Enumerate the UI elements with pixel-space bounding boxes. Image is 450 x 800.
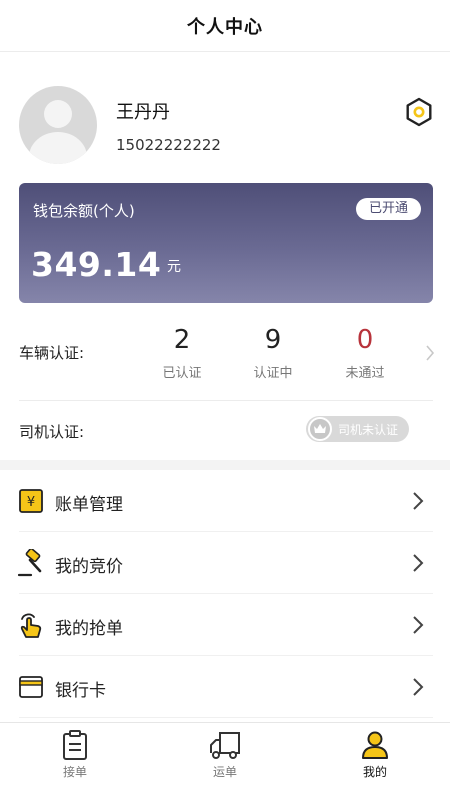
page-title: 个人中心 (187, 16, 263, 38)
menu-item-grab-orders[interactable]: 我的抢单 (0, 594, 450, 656)
gavel-icon (17, 549, 42, 577)
tab-mine[interactable]: 我的 (325, 723, 425, 800)
hexagon-settings-icon (406, 97, 432, 127)
wallet-balance: 349.14 (31, 245, 162, 284)
user-name: 王丹丹 (116, 102, 170, 123)
svg-text:¥: ¥ (27, 495, 35, 510)
crown-icon (308, 417, 332, 441)
wallet-label: 钱包余额(个人) (33, 202, 135, 220)
stat-pending[interactable]: 9 认证中 (233, 324, 313, 381)
top-bar: 个人中心 (0, 0, 450, 52)
wallet-card[interactable]: 钱包余额(个人) 已开通 349.14 元 (19, 183, 433, 303)
avatar-head-shape (44, 100, 72, 128)
chevron-right-icon (413, 554, 424, 572)
section-gap (0, 460, 450, 470)
chevron-right-icon (426, 345, 435, 361)
menu-divider (19, 717, 433, 718)
avatar[interactable] (19, 86, 97, 164)
menu-list: ¥ 账单管理 我的竞价 我的抢单 银行卡 (0, 470, 450, 718)
hand-tap-icon (20, 613, 42, 638)
chevron-right-icon (413, 616, 424, 634)
stat-rejected-count: 0 (356, 325, 374, 355)
profile-section: 王丹丹 15022222222 (0, 52, 450, 180)
menu-label-bank-card: 银行卡 (55, 681, 106, 701)
menu-label-bidding: 我的竞价 (55, 557, 123, 577)
wallet-status-badge: 已开通 (355, 198, 421, 220)
stat-certified-count: 2 (173, 325, 191, 355)
user-phone: 15022222222 (116, 136, 221, 154)
stat-pending-caption: 认证中 (253, 366, 293, 381)
menu-label-bill: 账单管理 (55, 495, 123, 515)
bill-icon: ¥ (19, 489, 43, 513)
chevron-right-icon (413, 492, 424, 510)
wallet-currency-unit: 元 (167, 259, 181, 275)
stat-rejected-caption: 未通过 (345, 366, 385, 381)
driver-certification-row[interactable]: 司机认证: 司机未认证 (0, 401, 450, 458)
tab-label-mine: 我的 (362, 765, 387, 779)
stat-certified-caption: 已认证 (162, 366, 202, 381)
bank-card-icon (19, 676, 43, 698)
menu-item-bidding[interactable]: 我的竞价 (0, 532, 450, 594)
stat-rejected[interactable]: 0 未通过 (325, 324, 405, 381)
menu-label-grab-orders: 我的抢单 (55, 619, 123, 639)
driver-cert-label: 司机认证: (19, 423, 85, 441)
driver-status-text: 司机未认证 (338, 423, 399, 437)
tab-waybill[interactable]: 运单 (175, 723, 275, 800)
menu-item-bill[interactable]: ¥ 账单管理 (0, 470, 450, 532)
tab-label-orders: 接单 (62, 765, 87, 779)
vehicle-cert-label: 车辆认证: (19, 344, 85, 362)
settings-button[interactable] (403, 96, 435, 128)
truck-icon (210, 732, 240, 759)
tab-orders[interactable]: 接单 (25, 723, 125, 800)
stat-pending-count: 9 (264, 325, 282, 355)
tab-label-waybill: 运单 (212, 765, 237, 779)
user-icon (362, 731, 388, 759)
vehicle-certification-row[interactable]: 车辆认证: 2 已认证 9 认证中 0 未通过 (0, 310, 450, 400)
stat-certified[interactable]: 2 已认证 (142, 324, 222, 381)
driver-status-badge[interactable]: 司机未认证 (306, 416, 409, 442)
clipboard-icon (63, 730, 87, 760)
avatar-body-shape (29, 132, 87, 164)
bottom-tab-bar: 接单 运单 我的 (0, 722, 450, 800)
chevron-right-icon (413, 678, 424, 696)
menu-item-bank-card[interactable]: 银行卡 (0, 656, 450, 718)
